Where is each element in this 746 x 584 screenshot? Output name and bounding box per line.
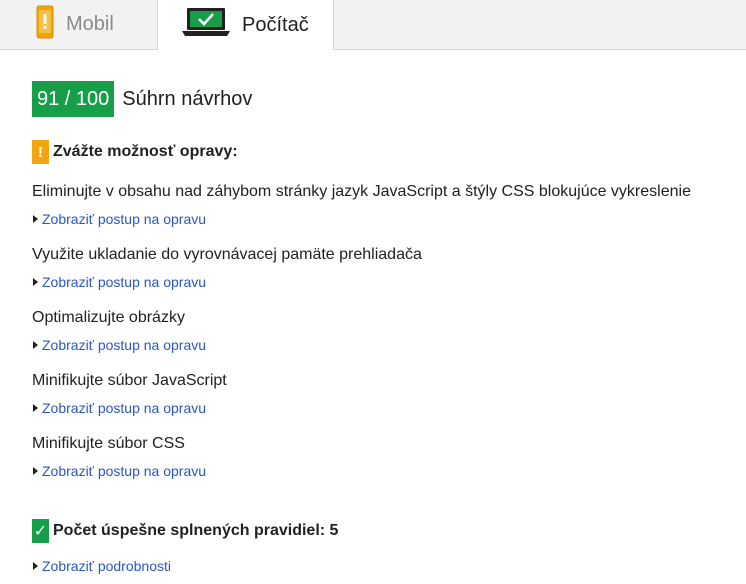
rule-item: Minifikujte súbor JavaScript Zobraziť po… — [32, 371, 732, 416]
checkmark-icon: ✓ — [32, 519, 49, 543]
show-fix-link[interactable]: Zobraziť postup na opravu — [32, 274, 732, 290]
rule-title: Minifikujte súbor CSS — [32, 435, 185, 452]
rule-title: Využite ukladanie do vyrovnávacej pamäte… — [32, 246, 422, 263]
warnings-heading: ! Zvážte možnosť opravy: — [32, 140, 732, 164]
rule-title: Eliminujte v obsahu nad záhybom stránky … — [32, 183, 691, 200]
show-fix-link-label: Zobraziť postup na opravu — [42, 274, 207, 290]
show-details-link[interactable]: Zobraziť podrobnosti — [32, 558, 732, 574]
rule-item: Eliminujte v obsahu nad záhybom stránky … — [32, 182, 732, 227]
tab-mobile[interactable]: Mobil — [0, 0, 157, 49]
show-fix-link-label: Zobraziť postup na opravu — [42, 337, 207, 353]
rule-title: Minifikujte súbor JavaScript — [32, 372, 227, 389]
rule-title: Optimalizujte obrázky — [32, 309, 185, 326]
expand-arrow-icon — [33, 215, 38, 223]
expand-arrow-icon — [33, 341, 38, 349]
show-fix-link[interactable]: Zobraziť postup na opravu — [32, 400, 732, 416]
laptop-icon — [182, 8, 230, 42]
show-fix-link-label: Zobraziť postup na opravu — [42, 463, 207, 479]
expand-arrow-icon — [33, 278, 38, 286]
expand-arrow-icon — [33, 404, 38, 412]
tab-mobile-label: Mobil — [66, 13, 114, 35]
rule-item: Minifikujte súbor CSS Zobraziť postup na… — [32, 434, 732, 479]
results-panel: 91 / 100 Súhrn návrhov ! Zvážte možnosť … — [32, 81, 732, 574]
show-fix-link-label: Zobraziť postup na opravu — [42, 400, 207, 416]
show-fix-link[interactable]: Zobraziť postup na opravu — [32, 463, 732, 479]
summary-title: Súhrn návrhov — [122, 87, 253, 110]
warning-icon: ! — [32, 140, 49, 164]
show-details-link-label: Zobraziť podrobnosti — [42, 558, 171, 574]
passed-heading-text: Počet úspešne splnených pravidiel: 5 — [53, 522, 339, 539]
tab-desktop-label: Počítač — [242, 13, 309, 36]
tab-desktop[interactable]: Počítač — [157, 0, 334, 50]
warnings-heading-text: Zvážte možnosť opravy: — [53, 143, 238, 160]
summary-header: 91 / 100 Súhrn návrhov — [32, 81, 732, 117]
score-badge: 91 / 100 — [32, 81, 115, 117]
smartphone-icon — [36, 5, 54, 45]
expand-arrow-icon — [33, 562, 38, 570]
show-fix-link[interactable]: Zobraziť postup na opravu — [32, 337, 732, 353]
show-fix-link[interactable]: Zobraziť postup na opravu — [32, 211, 732, 227]
passed-heading: ✓ Počet úspešne splnených pravidiel: 5 — [32, 519, 732, 543]
rule-item: Využite ukladanie do vyrovnávacej pamäte… — [32, 245, 732, 290]
show-fix-link-label: Zobraziť postup na opravu — [42, 211, 207, 227]
rule-item: Optimalizujte obrázky Zobraziť postup na… — [32, 308, 732, 353]
expand-arrow-icon — [33, 467, 38, 475]
device-tabbar: Mobil Počítač — [0, 0, 746, 50]
